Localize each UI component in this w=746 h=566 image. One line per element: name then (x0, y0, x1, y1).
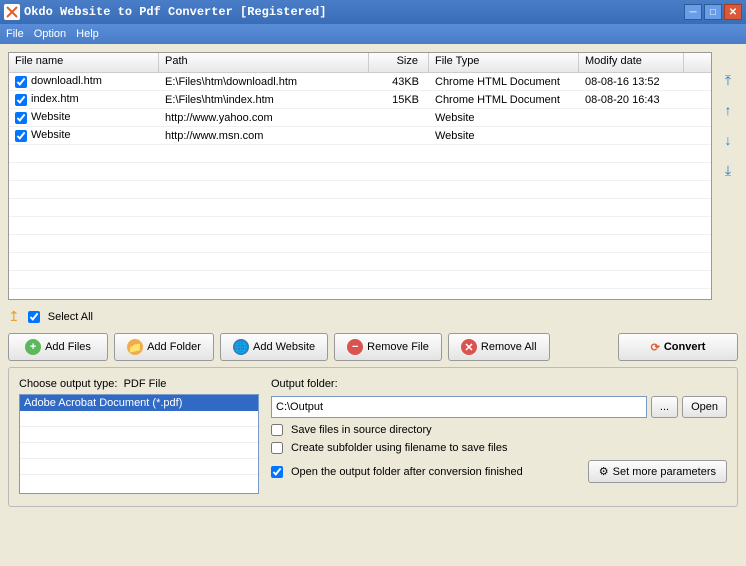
col-date[interactable]: Modify date (579, 53, 684, 72)
row-checkbox[interactable] (15, 112, 27, 124)
subfolder-checkbox[interactable] (271, 442, 283, 454)
window-title: Okdo Website to Pdf Converter [Registere… (24, 5, 682, 19)
table-row[interactable]: Websitehttp://www.msn.comWebsite (9, 127, 711, 145)
output-folder-input[interactable] (271, 396, 647, 418)
col-filename[interactable]: File name (9, 53, 159, 72)
up-arrow-icon: ↥ (8, 308, 20, 325)
table-row[interactable]: Websitehttp://www.yahoo.comWebsite (9, 109, 711, 127)
save-source-checkbox[interactable] (271, 424, 283, 436)
col-type[interactable]: File Type (429, 53, 579, 72)
select-all-label: Select All (48, 311, 93, 323)
move-top-icon[interactable]: ⤒ (720, 72, 736, 88)
output-folder-label: Output folder: (271, 378, 727, 390)
subfolder-label: Create subfolder using filename to save … (291, 442, 507, 454)
maximize-button[interactable]: □ (704, 4, 722, 20)
open-after-checkbox[interactable] (271, 466, 283, 478)
move-down-icon[interactable]: ↓ (720, 132, 736, 148)
convert-icon: ⟳ (651, 341, 660, 354)
table-row[interactable]: downloadl.htmE:\Files\htm\downloadl.htm4… (9, 73, 711, 91)
col-path[interactable]: Path (159, 53, 369, 72)
globe-icon: 🌐 (233, 339, 249, 355)
table-row[interactable]: index.htmE:\Files\htm\index.htm15KBChrom… (9, 91, 711, 109)
open-after-label: Open the output folder after conversion … (291, 466, 523, 478)
output-type-list[interactable]: Adobe Acrobat Document (*.pdf) (19, 394, 259, 494)
app-icon (4, 4, 20, 20)
folder-icon: 📁 (127, 339, 143, 355)
row-checkbox[interactable] (15, 130, 27, 142)
convert-button[interactable]: ⟳ Convert (618, 333, 738, 361)
gear-icon: ⚙ (599, 465, 609, 478)
minimize-button[interactable]: ─ (684, 4, 702, 20)
move-up-icon[interactable]: ↑ (720, 102, 736, 118)
x-icon: ✕ (461, 339, 477, 355)
col-size[interactable]: Size (369, 53, 429, 72)
save-source-label: Save files in source directory (291, 424, 432, 436)
row-checkbox[interactable] (15, 94, 27, 106)
move-bottom-icon[interactable]: ⤓ (720, 162, 736, 178)
output-type-label: Choose output type: (19, 378, 117, 390)
add-folder-button[interactable]: 📁 Add Folder (114, 333, 214, 361)
remove-all-button[interactable]: ✕ Remove All (448, 333, 550, 361)
output-type-current: PDF File (124, 378, 167, 390)
output-type-item[interactable]: Adobe Acrobat Document (*.pdf) (20, 395, 258, 411)
remove-file-button[interactable]: − Remove File (334, 333, 442, 361)
select-all-checkbox[interactable] (28, 311, 40, 323)
add-files-button[interactable]: + Add Files (8, 333, 108, 361)
menu-option[interactable]: Option (34, 28, 66, 40)
more-parameters-button[interactable]: ⚙ Set more parameters (588, 460, 727, 483)
menu-help[interactable]: Help (76, 28, 99, 40)
menu-file[interactable]: File (6, 28, 24, 40)
open-folder-button[interactable]: Open (682, 396, 727, 418)
minus-icon: − (347, 339, 363, 355)
close-button[interactable]: ✕ (724, 4, 742, 20)
row-checkbox[interactable] (15, 76, 27, 88)
add-website-button[interactable]: 🌐 Add Website (220, 333, 328, 361)
browse-button[interactable]: ... (651, 396, 678, 418)
plus-icon: + (25, 339, 41, 355)
file-table: File name Path Size File Type Modify dat… (8, 52, 712, 300)
